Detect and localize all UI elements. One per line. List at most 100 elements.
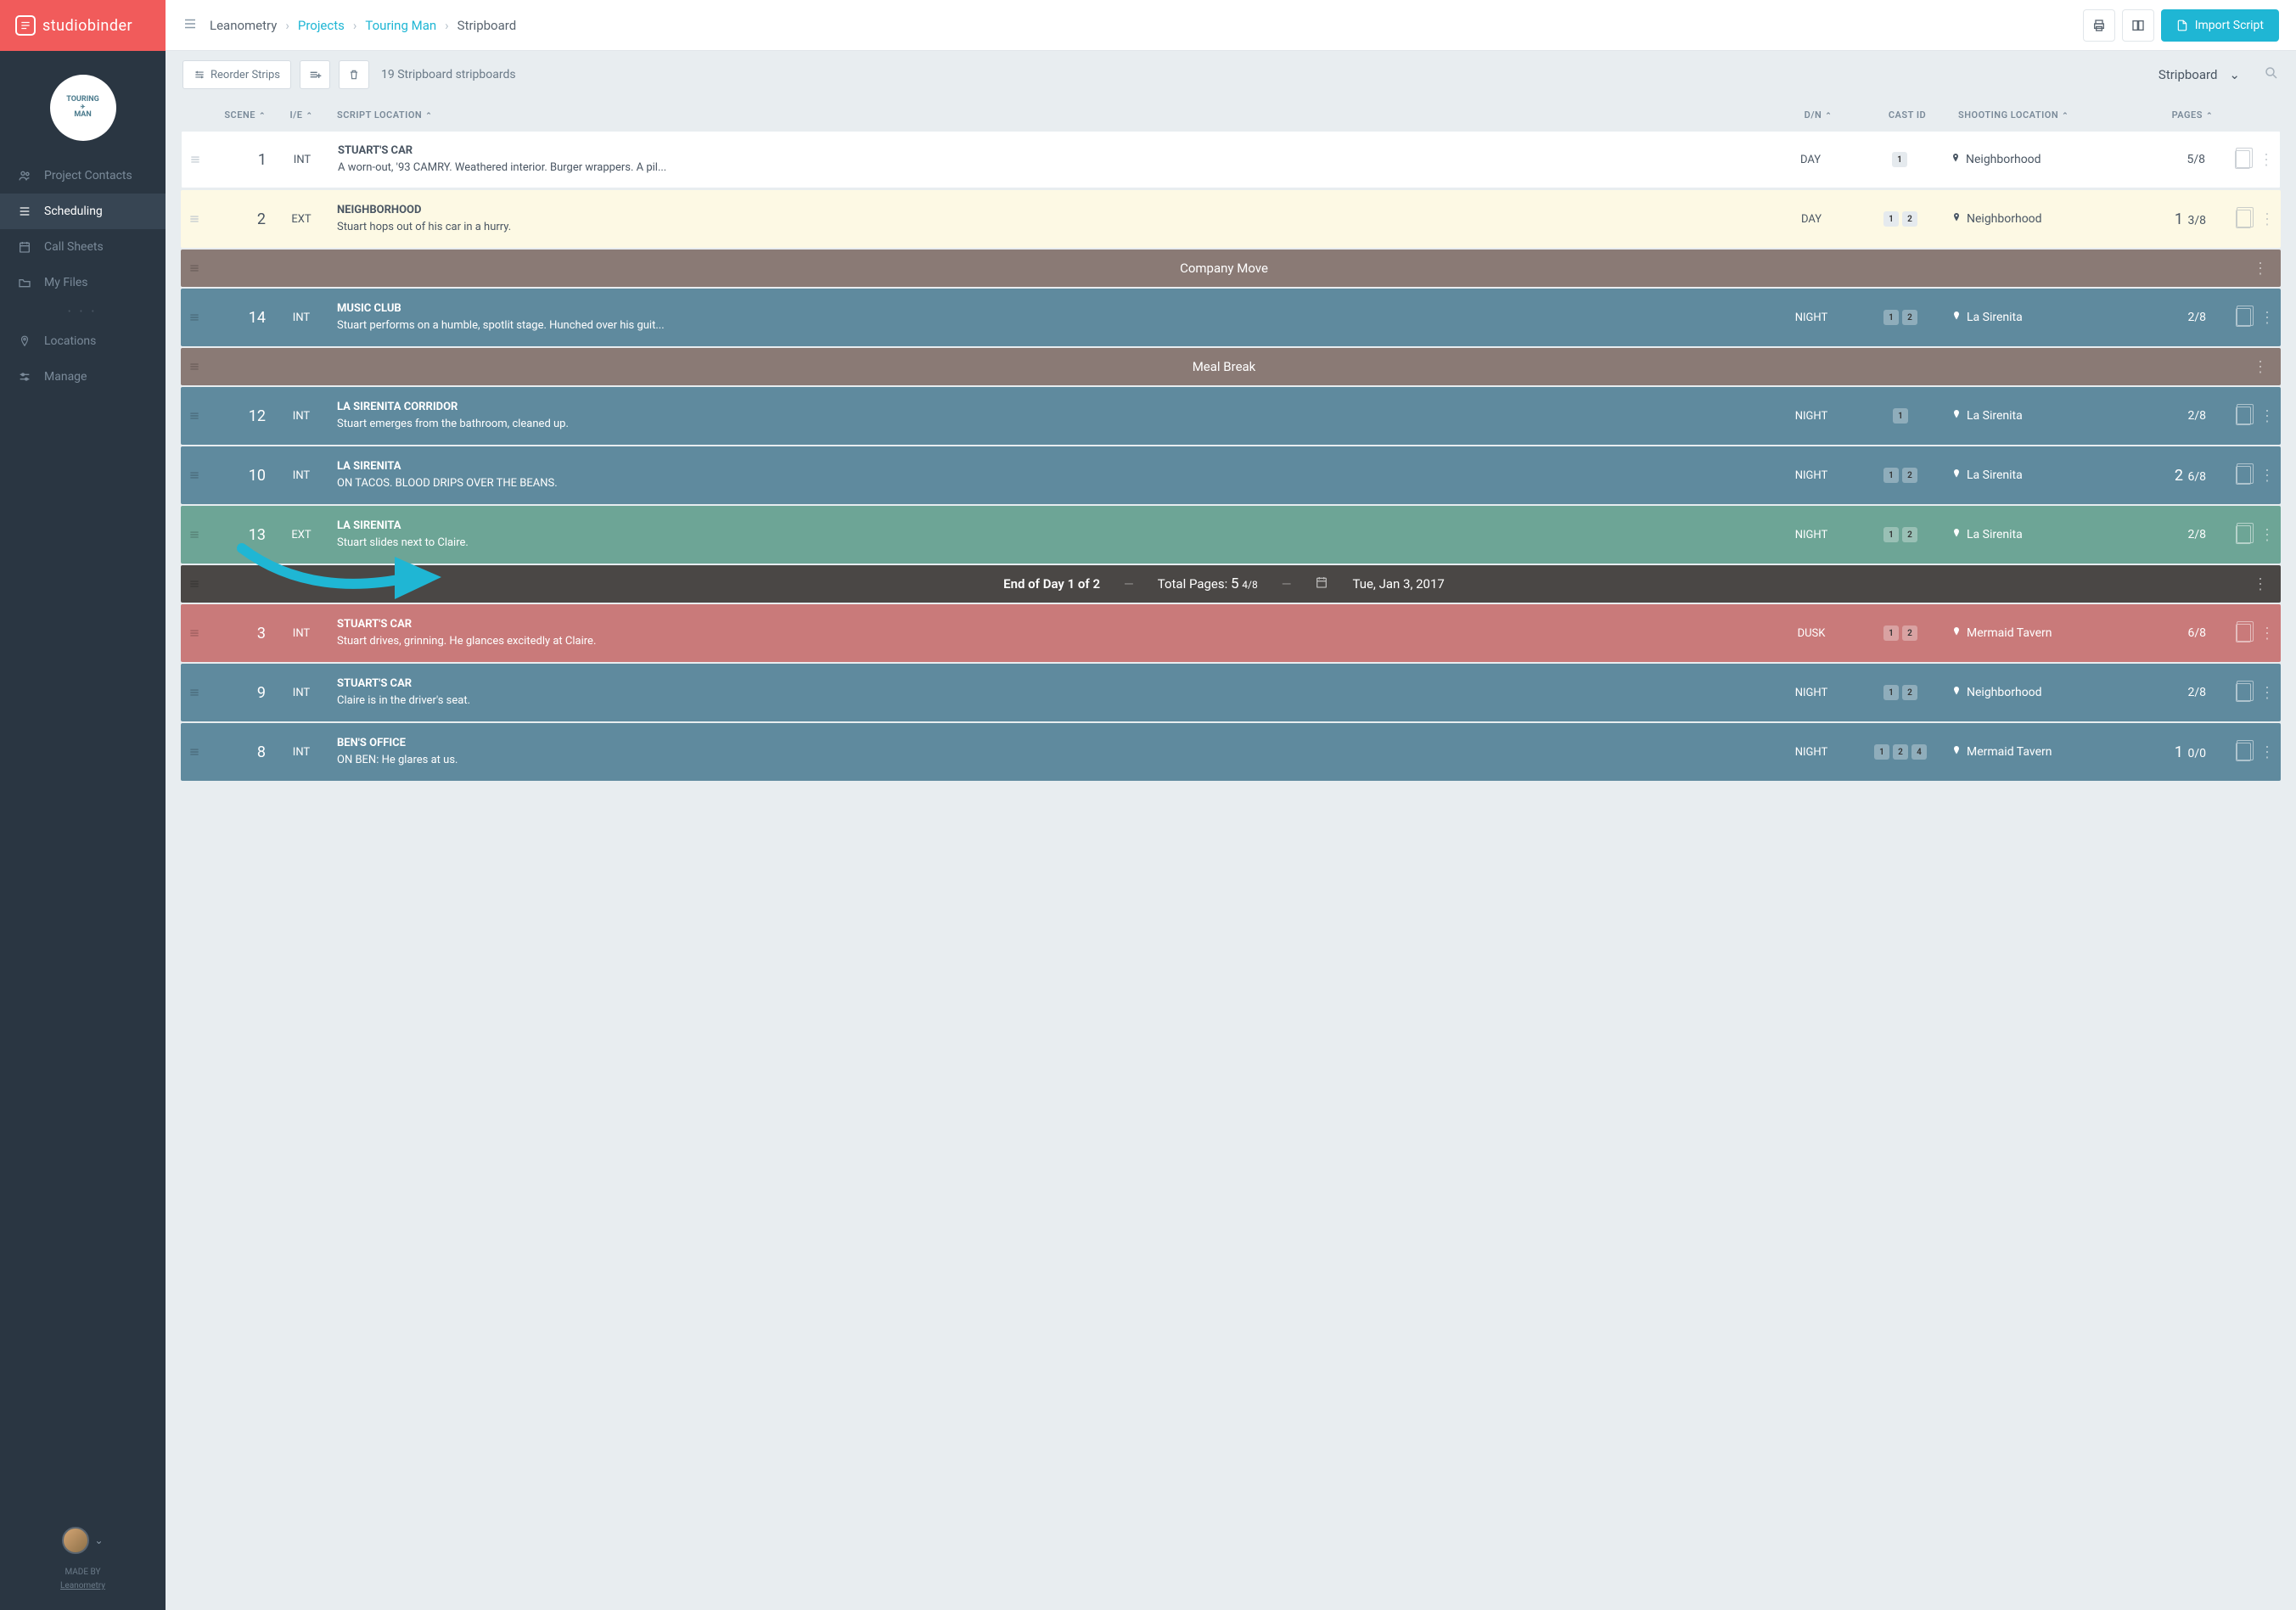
more-icon[interactable]: ⋮ xyxy=(2253,358,2267,376)
list-icon[interactable] xyxy=(182,16,198,35)
sidebar-nav: Project ContactsScheduling Call Sheets My … xyxy=(0,158,166,1510)
nav-label: Call Sheets xyxy=(44,240,104,254)
script-location: NEIGHBORHOODStuart hops out of his car i… xyxy=(327,194,1773,244)
card-icon[interactable] xyxy=(2235,150,2250,169)
more-icon[interactable]: ⋮ xyxy=(2253,575,2267,593)
scene-strip[interactable]: 12INTLA SIRENITA CORRIDORStuart emerges … xyxy=(181,387,2281,445)
banner-strip[interactable]: Meal Break⋮ xyxy=(181,348,2281,385)
col-scene[interactable]: SCENE⌃ xyxy=(208,109,276,121)
made-by-org[interactable]: Leanometry xyxy=(0,1579,166,1593)
col-pages[interactable]: PAGES⌃ xyxy=(2128,109,2213,121)
drag-handle-icon[interactable] xyxy=(181,361,208,373)
sidebar-item-manage[interactable]: Manage xyxy=(0,359,166,395)
sidebar-item-my-files[interactable]: My Files xyxy=(0,265,166,300)
delete-button[interactable] xyxy=(339,60,369,89)
shooting-location: Neighborhood xyxy=(1951,684,2121,701)
drag-handle-icon[interactable] xyxy=(181,687,208,698)
card-icon[interactable] xyxy=(2236,407,2251,425)
project-name-2: MAN xyxy=(74,111,91,120)
more-icon[interactable]: ⋮ xyxy=(2260,309,2274,327)
script-location: LA SIRENITAStuart slides next to Claire. xyxy=(327,510,1773,559)
sidebar-item-call-sheets[interactable]: Call Sheets xyxy=(0,229,166,265)
sidebar-item-scheduling[interactable]: Scheduling xyxy=(0,194,166,229)
pin-icon xyxy=(1951,743,1962,760)
card-icon[interactable] xyxy=(2236,624,2251,642)
scene-strip[interactable]: 10INTLA SIRENITAON TACOS. BLOOD DRIPS OV… xyxy=(181,446,2281,504)
calendar-icon xyxy=(1315,575,1328,592)
scene-strip[interactable]: 13EXTLA SIRENITAStuart slides next to Cl… xyxy=(181,506,2281,564)
card-icon[interactable] xyxy=(2236,466,2251,485)
reorder-strips-button[interactable]: Reorder Strips xyxy=(182,60,291,89)
drag-handle-icon[interactable] xyxy=(181,213,208,225)
day-night: DAY xyxy=(1773,213,1850,226)
col-shoot[interactable]: SHOOTING LOCATION⌃ xyxy=(1958,109,2128,121)
layout-button[interactable] xyxy=(2122,9,2154,42)
scene-strip[interactable]: 14INTMUSIC CLUBStuart performs on a humb… xyxy=(181,289,2281,346)
cast-badge: 1 xyxy=(1883,527,1899,542)
scene-strip[interactable]: 8INTBEN'S OFFICEON BEN: He glares at us.… xyxy=(181,723,2281,781)
script-location: BEN'S OFFICEON BEN: He glares at us. xyxy=(327,727,1773,777)
more-icon[interactable]: ⋮ xyxy=(2260,684,2274,702)
script-location: STUART'S CARA worn-out, '93 CAMRY. Weath… xyxy=(328,135,1772,184)
print-button[interactable] xyxy=(2083,9,2115,42)
strip-count: 19 Stripboard stripboards xyxy=(381,68,516,81)
sidebar-item-locations[interactable]: Locations xyxy=(0,323,166,359)
more-icon[interactable]: ⋮ xyxy=(2260,210,2274,228)
card-icon[interactable] xyxy=(2236,525,2251,544)
brand-bar[interactable]: studiobinder xyxy=(0,0,166,51)
end-of-day-strip[interactable]: End of Day 1 of 2—Total Pages: 5 4/8—Tue… xyxy=(181,565,2281,603)
pin-icon xyxy=(1951,526,1962,543)
project-badge[interactable]: TOURING ✈ MAN xyxy=(0,51,166,158)
calendar-icon xyxy=(17,239,32,255)
search-icon[interactable] xyxy=(2264,65,2279,84)
add-strip-button[interactable] xyxy=(300,60,330,89)
drag-handle-icon[interactable] xyxy=(181,529,208,541)
more-icon[interactable]: ⋮ xyxy=(2260,526,2274,544)
pages: 2/8 xyxy=(2121,409,2206,423)
cast-badge: 2 xyxy=(1893,744,1908,760)
drag-handle-icon[interactable] xyxy=(181,578,208,590)
scene-strip[interactable]: 1INTSTUART'S CARA worn-out, '93 CAMRY. W… xyxy=(181,131,2281,188)
more-icon[interactable]: ⋮ xyxy=(2253,260,2267,278)
drag-handle-icon[interactable] xyxy=(181,627,208,639)
scene-number: 9 xyxy=(208,684,276,702)
col-cast[interactable]: CAST ID xyxy=(1856,109,1958,121)
more-icon[interactable]: ⋮ xyxy=(2259,151,2273,169)
breadcrumb-segment[interactable]: Touring Man xyxy=(365,18,436,33)
banner-strip[interactable]: Company Move⋮ xyxy=(181,250,2281,287)
more-icon[interactable]: ⋮ xyxy=(2260,467,2274,485)
scene-strip[interactable]: 2EXTNEIGHBORHOODStuart hops out of his c… xyxy=(181,190,2281,248)
user-menu[interactable]: ⌄ xyxy=(0,1527,166,1554)
more-icon[interactable]: ⋮ xyxy=(2260,625,2274,642)
drag-handle-icon[interactable] xyxy=(181,262,208,274)
breadcrumb-segment[interactable]: Leanometry xyxy=(210,18,277,33)
cast-badge: 2 xyxy=(1902,310,1917,325)
card-icon[interactable] xyxy=(2236,743,2251,761)
drag-handle-icon[interactable] xyxy=(181,410,208,422)
drag-handle-icon[interactable] xyxy=(181,746,208,758)
drag-handle-icon[interactable] xyxy=(182,154,209,165)
import-script-button[interactable]: Import Script xyxy=(2161,9,2279,42)
breadcrumb-segment[interactable]: Projects xyxy=(298,18,345,33)
col-location[interactable]: SCRIPT LOCATION⌃ xyxy=(327,109,1780,121)
card-icon[interactable] xyxy=(2236,683,2251,702)
card-icon[interactable] xyxy=(2236,210,2251,228)
cast-badge: 2 xyxy=(1902,211,1917,227)
col-ie[interactable]: I/E⌃ xyxy=(276,109,327,121)
pin-icon xyxy=(1951,151,1961,168)
drag-handle-icon[interactable] xyxy=(181,469,208,481)
scene-strip[interactable]: 3INTSTUART'S CARStuart drives, grinning.… xyxy=(181,604,2281,662)
drag-handle-icon[interactable] xyxy=(181,311,208,323)
more-icon[interactable]: ⋮ xyxy=(2260,407,2274,425)
list-icon xyxy=(17,204,32,219)
cast-badge: 4 xyxy=(1911,744,1927,760)
more-icon[interactable]: ⋮ xyxy=(2260,743,2274,761)
view-selector[interactable]: Stripboard ⌄ xyxy=(2158,67,2240,82)
int-ext: INT xyxy=(276,627,327,640)
card-icon[interactable] xyxy=(2236,308,2251,327)
scene-strip[interactable]: 9INTSTUART'S CARClaire is in the driver'… xyxy=(181,664,2281,721)
cast-badge: 1 xyxy=(1883,211,1899,227)
col-dn[interactable]: D/N⌃ xyxy=(1780,109,1856,121)
sidebar-item-project-contacts[interactable]: Project Contacts xyxy=(0,158,166,194)
cast-badge: 1 xyxy=(1883,685,1899,700)
